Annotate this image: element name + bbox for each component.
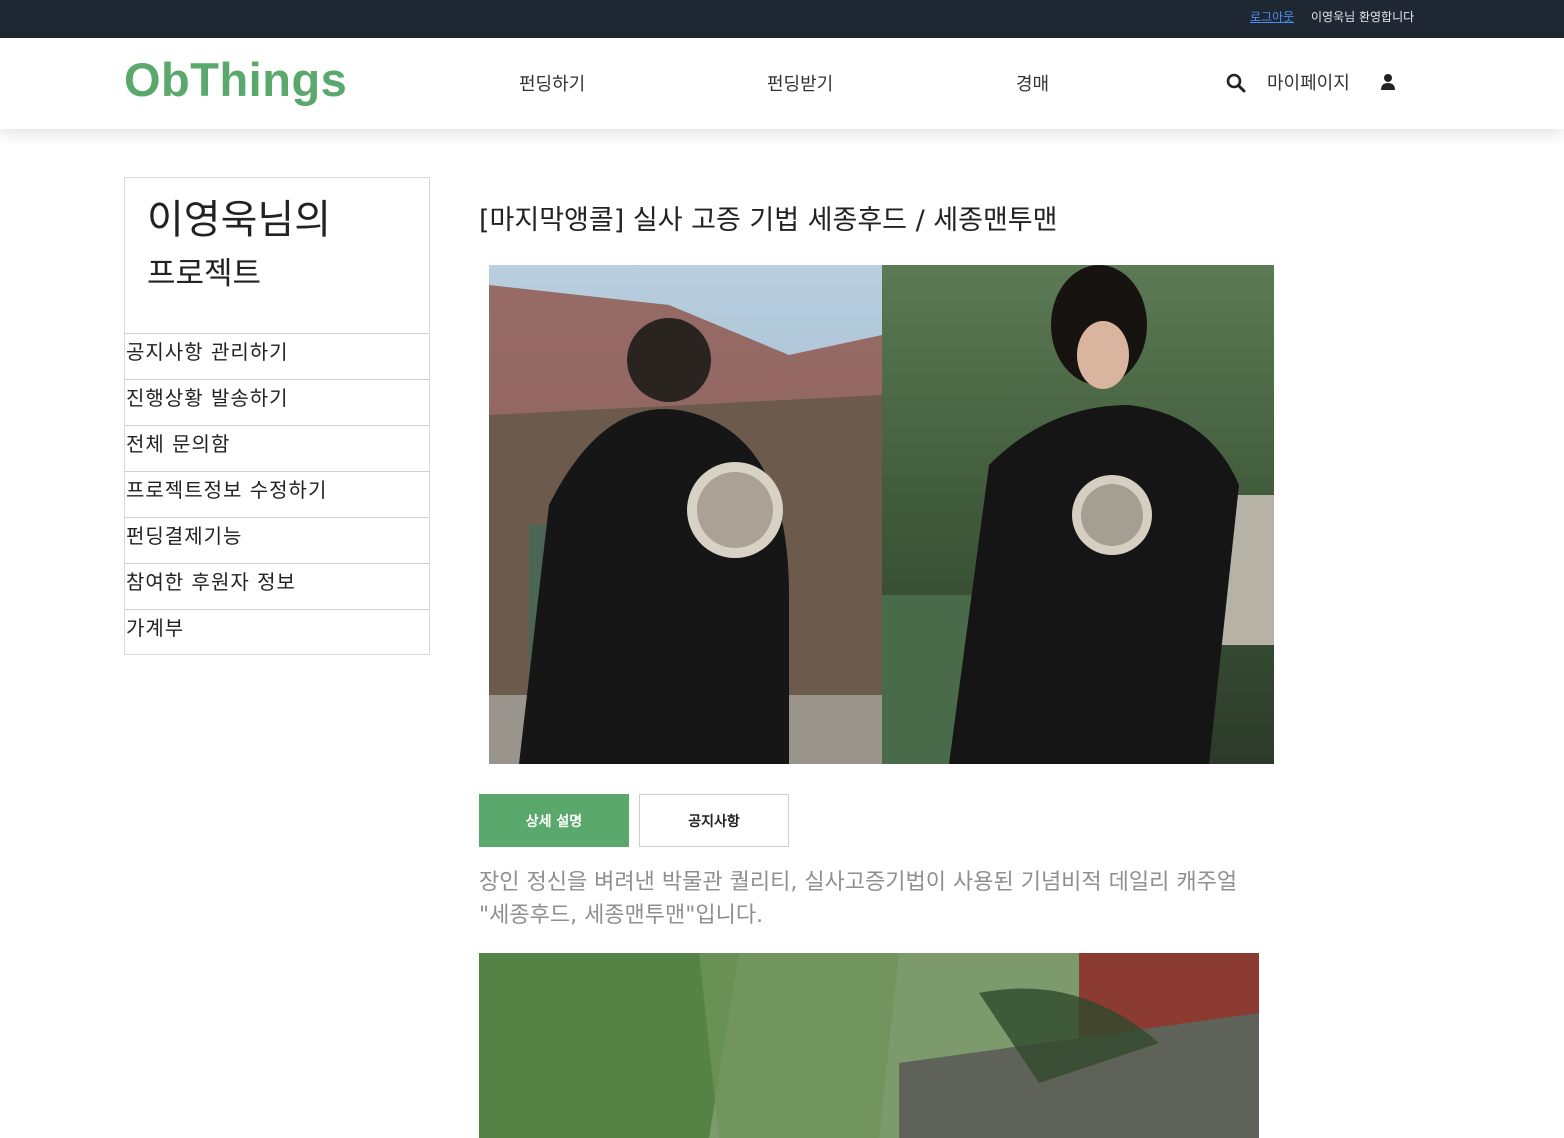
search-icon[interactable] (1226, 73, 1246, 93)
nav-auction[interactable]: 경매 (1016, 70, 1049, 96)
site-header: ObThings 펀딩하기 펀딩받기 경매 마이페이지 (0, 38, 1564, 129)
sidebar-item-backers[interactable]: 참여한 후원자 정보 (125, 563, 429, 609)
sidebar-subtitle: 프로젝트 (147, 256, 262, 292)
sidebar-item-edit-project[interactable]: 프로젝트정보 수정하기 (125, 471, 429, 517)
sidebar-item-payment[interactable]: 펀딩결제기능 (125, 517, 429, 563)
sidebar-item-notice-manage[interactable]: 공지사항 관리하기 (125, 333, 429, 379)
sidebar-item-progress-send[interactable]: 진행상황 발송하기 (125, 379, 429, 425)
user-icon[interactable] (1380, 73, 1396, 91)
sidebar-title: 이영욱님의 (147, 197, 331, 243)
tab-notice-button[interactable]: 공지사항 (639, 794, 789, 847)
nav-receive-funding[interactable]: 펀딩받기 (767, 70, 833, 96)
sidebar-menu: 공지사항 관리하기 진행상황 발송하기 전체 문의함 프로젝트정보 수정하기 펀… (125, 333, 429, 655)
project-title: [마지막앵콜] 실사 고증 기법 세종후드 / 세종맨투맨 (479, 205, 1058, 236)
logout-link[interactable]: 로그아웃 (1250, 8, 1294, 25)
site-logo[interactable]: ObThings (124, 52, 347, 107)
project-detail-image (479, 953, 1259, 1138)
tab-detail-button[interactable]: 상세 설명 (479, 794, 629, 847)
project-hero-image (489, 265, 1274, 764)
nav-funding[interactable]: 펀딩하기 (519, 70, 585, 96)
sidebar-item-ledger[interactable]: 가계부 (125, 609, 429, 655)
project-sidebar: 이영욱님의 프로젝트 공지사항 관리하기 진행상황 발송하기 전체 문의함 프로… (124, 177, 430, 655)
sidebar-item-inquiries[interactable]: 전체 문의함 (125, 425, 429, 471)
welcome-text: 이영욱님 환영합니다 (1311, 10, 1415, 24)
project-description: 장인 정신을 벼려낸 박물관 퀄리티, 실사고증기법이 사용된 기념비적 데일리… (479, 870, 1238, 928)
top-bar: 로그아웃 이영욱님 환영합니다 (0, 0, 1564, 38)
mypage-link[interactable]: 마이페이지 (1267, 69, 1350, 95)
